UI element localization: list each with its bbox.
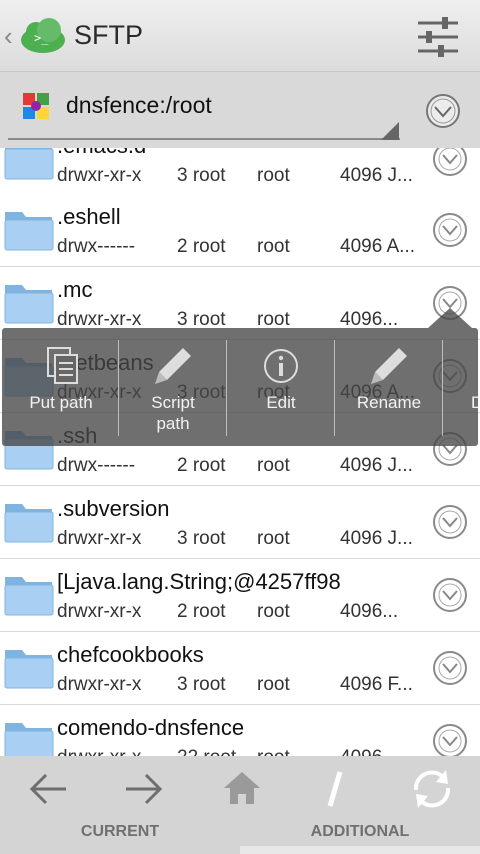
pencil-icon xyxy=(155,348,191,384)
file-name: .subversion xyxy=(57,496,170,521)
script-path-button[interactable]: Script path xyxy=(119,328,227,446)
file-owner: 3 root xyxy=(177,165,226,186)
file-permissions: drwxr-xr-x xyxy=(57,165,142,186)
action-bar: ‹ >_ SFTP xyxy=(0,0,480,72)
folder-icon xyxy=(4,723,54,756)
file-group: root xyxy=(257,236,290,257)
file-owner: 3 root xyxy=(177,674,226,695)
file-group: root xyxy=(257,674,290,695)
script-path-label: Script path xyxy=(151,393,195,433)
delete-button[interactable]: D xyxy=(443,328,478,446)
grid-color-icon xyxy=(23,93,49,119)
file-size-date: 4096 J... xyxy=(340,455,413,476)
file-name: comendo-dnsfence xyxy=(57,715,245,740)
file-permissions: drwxr-xr-x xyxy=(57,601,142,622)
pencil-icon xyxy=(371,348,407,384)
file-owner: 3 root xyxy=(177,528,226,549)
connection-bar[interactable]: dnsfence:/root xyxy=(0,72,480,148)
chevron-left-icon[interactable]: ‹ xyxy=(4,22,18,50)
edit-button[interactable]: Edit xyxy=(227,328,335,446)
app-title: SFTP xyxy=(74,20,144,50)
rename-button[interactable]: Rename xyxy=(335,328,443,446)
file-group: root xyxy=(257,165,290,186)
circle-chevron-down-icon[interactable] xyxy=(432,577,468,613)
file-row[interactable]: .subversion drwxr-xr-x 3 root root 4096 J... xyxy=(0,486,480,559)
copy-document-icon xyxy=(47,347,78,384)
file-group: root xyxy=(257,528,290,549)
cloud-terminal-icon[interactable]: >_ xyxy=(18,14,68,58)
file-name: .mc xyxy=(57,277,93,302)
file-owner: 2 root xyxy=(177,455,226,476)
file-group: root xyxy=(257,455,290,476)
file-name: [Ljava.lang.String;@4257ff98 xyxy=(57,569,341,594)
file-size-date: 4096 J... xyxy=(340,165,413,186)
file-name: .eshell xyxy=(57,204,121,229)
delete-label: D xyxy=(471,393,478,412)
folder-icon xyxy=(4,212,54,251)
file-group: root xyxy=(257,601,290,622)
forward-arrow-icon[interactable] xyxy=(114,764,174,814)
file-permissions: drwx------ xyxy=(57,236,136,257)
file-owner: 2 root xyxy=(177,601,226,622)
folder-icon xyxy=(4,650,54,689)
circle-chevron-down-icon[interactable] xyxy=(424,92,462,130)
file-permissions: drwxr-xr-x xyxy=(57,528,142,549)
circle-chevron-down-icon[interactable] xyxy=(432,212,468,248)
file-name: chefcookbooks xyxy=(57,642,204,667)
put-path-label: Put path xyxy=(29,393,93,412)
connection-label: dnsfence:/root xyxy=(66,92,212,118)
file-row[interactable]: .emacs.d drwxr-xr-x 3 root root 4096 J... xyxy=(0,148,480,196)
svg-text:>_: >_ xyxy=(34,31,49,45)
info-icon xyxy=(264,349,298,383)
file-group: root xyxy=(257,747,290,756)
back-arrow-icon[interactable] xyxy=(18,764,78,814)
put-path-button[interactable]: Put path xyxy=(2,328,120,446)
sliders-icon[interactable] xyxy=(412,14,464,60)
root-slash-icon[interactable] xyxy=(306,764,366,814)
popup-pointer xyxy=(428,308,472,328)
edit-label: Edit xyxy=(266,393,296,412)
file-size-date: 4096... xyxy=(340,747,398,756)
file-row[interactable]: .eshell drwx------ 2 root root 4096 A... xyxy=(0,194,480,267)
bottom-toolbar: CURRENT ADDITIONAL xyxy=(0,756,480,854)
tab-indicator xyxy=(0,846,240,854)
file-row[interactable]: [Ljava.lang.String;@4257ff98 drwxr-xr-x 2 … xyxy=(0,559,480,632)
file-owner: 2 root xyxy=(177,236,226,257)
file-list: .emacs.d drwxr-xr-x 3 root root 4096 J... .es… xyxy=(0,148,480,756)
file-size-date: 4096 J... xyxy=(340,528,413,549)
file-size-date: 4096 A... xyxy=(340,236,416,257)
file-name: .emacs.d xyxy=(57,148,146,159)
file-permissions: drwxr-xr-x xyxy=(57,674,142,695)
refresh-icon[interactable] xyxy=(402,764,462,814)
folder-icon xyxy=(4,577,54,616)
file-owner: 22 root xyxy=(177,747,236,756)
spinner-underline xyxy=(8,138,400,140)
folder-icon xyxy=(4,285,54,324)
home-icon[interactable] xyxy=(212,764,272,814)
file-size-date: 4096... xyxy=(340,601,399,622)
circle-chevron-down-icon[interactable] xyxy=(432,723,468,756)
folder-icon xyxy=(4,148,54,180)
file-row[interactable]: comendo-dnsfence drwxr-xr-x 22 root root 409… xyxy=(0,705,480,756)
circle-chevron-down-icon[interactable] xyxy=(432,148,468,177)
file-row[interactable]: chefcookbooks drwxr-xr-x 3 root root 4096 F.… xyxy=(0,632,480,705)
file-size-date: 4096 F... xyxy=(340,674,413,695)
circle-chevron-down-icon[interactable] xyxy=(432,504,468,540)
rename-label: Rename xyxy=(356,393,422,412)
file-permissions: drwxr-xr-x xyxy=(57,747,141,756)
file-permissions: drwx------ xyxy=(57,455,136,476)
folder-icon xyxy=(4,504,54,543)
tab-indicator-inactive xyxy=(240,846,480,854)
context-popup: Put path Script path Edit Rename D xyxy=(2,328,478,446)
circle-chevron-down-icon[interactable] xyxy=(432,650,468,686)
spinner-corner-icon xyxy=(381,122,399,140)
